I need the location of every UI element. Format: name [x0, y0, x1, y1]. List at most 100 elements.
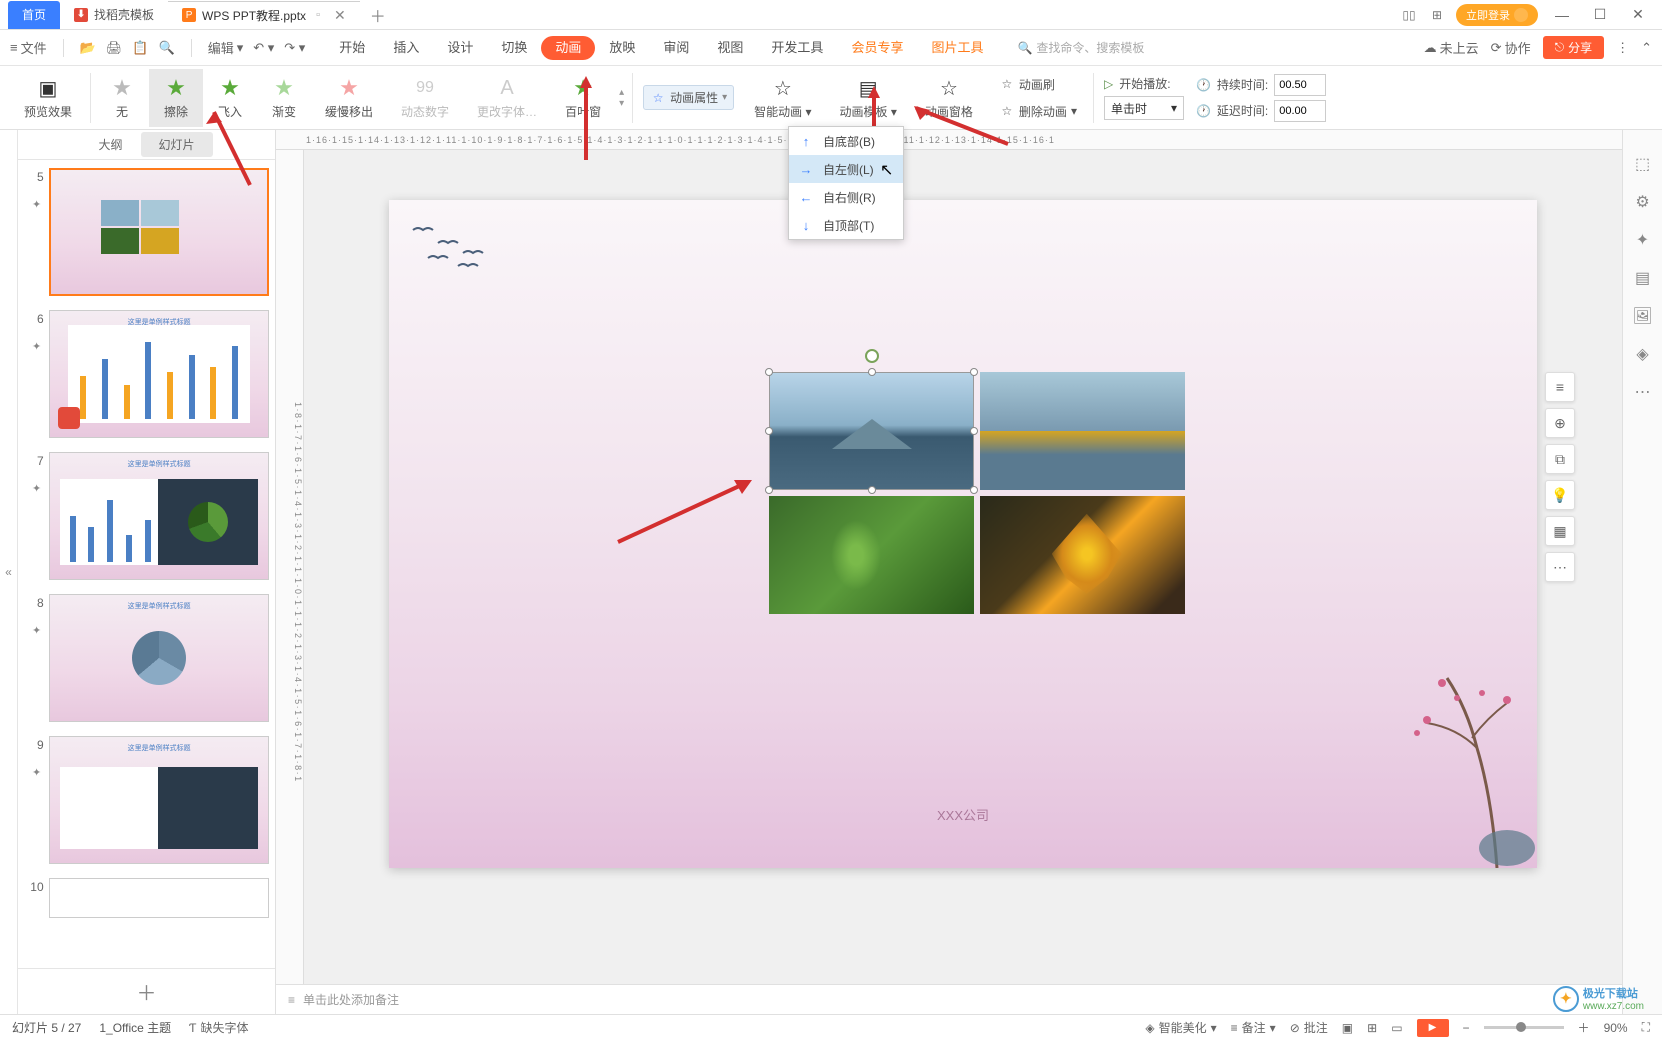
- picture-3[interactable]: [769, 496, 974, 614]
- preview-effect-button[interactable]: ▣ 预览效果: [10, 69, 86, 127]
- slides-tab[interactable]: 幻灯片: [141, 132, 213, 157]
- preview-icon[interactable]: 🔍: [159, 40, 175, 56]
- anim-pane-button[interactable]: ☆ 动画窗格: [911, 69, 987, 127]
- cloud-status[interactable]: ☁ 未上云: [1424, 38, 1479, 57]
- comments-button[interactable]: ⊘ 批注: [1290, 1019, 1328, 1036]
- tab-review[interactable]: 审阅: [649, 30, 703, 66]
- sparkle-tool-icon[interactable]: ✦: [1633, 230, 1653, 250]
- notes-bar[interactable]: ≡ 单击此处添加备注: [276, 984, 1622, 1014]
- thumbnail-list[interactable]: 5✦ 6✦ 这里是单例样式标题 7✦ 这里是单例样式标题: [18, 160, 275, 968]
- save-icon[interactable]: 🖨: [106, 40, 123, 56]
- anim-morefont-button[interactable]: A 更改字体…: [463, 69, 551, 127]
- collapse-ribbon-icon[interactable]: ⌃: [1641, 40, 1652, 56]
- smart-anim-button[interactable]: ☆ 智能动画 ▾: [740, 69, 825, 127]
- view-sorter-icon[interactable]: ⊞: [1367, 1021, 1377, 1035]
- magnify-icon[interactable]: ⊕: [1545, 408, 1575, 438]
- thumbnail-10[interactable]: [49, 878, 269, 918]
- anim-delete-button[interactable]: ☆删除动画 ▾: [993, 100, 1083, 123]
- delay-input[interactable]: [1274, 100, 1326, 122]
- gallery-scroll[interactable]: ▴▾: [615, 87, 628, 109]
- more-tool-icon[interactable]: ⋯: [1633, 382, 1653, 402]
- tab-transition[interactable]: 切换: [487, 30, 541, 66]
- file-menu[interactable]: ≡ 文件: [10, 38, 47, 57]
- tab-menu-icon[interactable]: ▫: [316, 9, 320, 21]
- more-icon[interactable]: ⋮: [1616, 40, 1629, 56]
- minimize-button[interactable]: —: [1548, 7, 1576, 23]
- fit-icon[interactable]: ⛶: [1642, 1020, 1650, 1035]
- more-icon[interactable]: ⋯: [1545, 552, 1575, 582]
- missing-font-button[interactable]: Ƭ缺失字体: [189, 1019, 248, 1036]
- thumbnail-8[interactable]: 这里是单例样式标题: [49, 594, 269, 722]
- dropdown-item-top[interactable]: ↓ 自顶部(T): [789, 211, 903, 239]
- dropdown-item-right[interactable]: ← 自右侧(R): [789, 183, 903, 211]
- add-slide-button[interactable]: ＋: [18, 968, 275, 1014]
- picture-2[interactable]: [980, 372, 1185, 490]
- rotate-handle[interactable]: [865, 349, 879, 363]
- redo-button[interactable]: ↷ ▾: [284, 40, 305, 56]
- thumbnail-9[interactable]: 这里是单例样式标题: [49, 736, 269, 864]
- zoom-out-icon[interactable]: −: [1463, 1021, 1470, 1035]
- nav-collapse[interactable]: «: [0, 130, 18, 1014]
- anim-slowmove-button[interactable]: ★ 缓慢移出: [311, 69, 387, 127]
- tab-view[interactable]: 视图: [703, 30, 757, 66]
- close-button[interactable]: ✕: [1624, 6, 1652, 23]
- anim-dynnum-button[interactable]: 99 动态数字: [387, 69, 463, 127]
- picture-4[interactable]: [980, 496, 1185, 614]
- crop-icon[interactable]: ⧉: [1545, 444, 1575, 474]
- tab-member[interactable]: 会员专享: [837, 30, 917, 66]
- layers-icon[interactable]: ≡: [1545, 372, 1575, 402]
- anim-flyin-button[interactable]: ★ 飞入: [203, 69, 257, 127]
- share-button[interactable]: ⎋ 分享: [1543, 36, 1605, 59]
- anim-properties-button[interactable]: ☆ 动画属性 ▾: [643, 85, 734, 110]
- thumbnail-7[interactable]: 这里是单例样式标题: [49, 452, 269, 580]
- idea-icon[interactable]: 💡: [1545, 480, 1575, 510]
- play-button[interactable]: ▶: [1417, 1019, 1449, 1037]
- picture-1-selected[interactable]: [769, 372, 974, 490]
- anim-flipbook-button[interactable]: ★ 百叶窗: [551, 69, 615, 127]
- tab-slideshow[interactable]: 放映: [595, 30, 649, 66]
- start-mode-select[interactable]: 单击时▾: [1104, 96, 1184, 120]
- replace-icon[interactable]: ▦: [1545, 516, 1575, 546]
- template-tool-icon[interactable]: ▤: [1633, 268, 1653, 288]
- tab-devtools[interactable]: 开发工具: [757, 30, 837, 66]
- outline-tab[interactable]: 大纲: [80, 132, 140, 157]
- tab-home[interactable]: 首页: [8, 1, 60, 29]
- tab-document[interactable]: P WPS PPT教程.pptx ▫ ✕: [168, 1, 360, 29]
- zoom-in-icon[interactable]: ＋: [1578, 1019, 1590, 1036]
- duration-input[interactable]: [1274, 74, 1326, 96]
- anim-template-button[interactable]: ▤ 动画模板 ▾: [826, 69, 911, 127]
- zoom-slider[interactable]: [1484, 1026, 1564, 1029]
- edit-menu[interactable]: 编辑 ▾: [208, 38, 244, 57]
- layout-icon[interactable]: ▯▯: [1400, 6, 1418, 24]
- zoom-value[interactable]: 90%: [1604, 1021, 1628, 1035]
- maximize-button[interactable]: ☐: [1586, 6, 1614, 23]
- tab-start[interactable]: 开始: [325, 30, 379, 66]
- canvas-area[interactable]: ≡ ⊕ ⧉ 💡 ▦ ⋯ XXX公司: [304, 150, 1622, 984]
- select-tool-icon[interactable]: ⬚: [1633, 154, 1653, 174]
- dropdown-item-bottom[interactable]: ↑ 自底部(B): [789, 127, 903, 155]
- apps-icon[interactable]: ⊞: [1428, 6, 1446, 24]
- login-button[interactable]: 立即登录: [1456, 4, 1538, 26]
- anim-none-button[interactable]: ★ 无: [95, 69, 149, 127]
- thumbnail-6[interactable]: 这里是单例样式标题: [49, 310, 269, 438]
- shield-tool-icon[interactable]: ◈: [1633, 344, 1653, 364]
- tab-pictools[interactable]: 图片工具: [917, 30, 997, 66]
- slide-canvas[interactable]: ≡ ⊕ ⧉ 💡 ▦ ⋯ XXX公司: [389, 200, 1537, 868]
- tab-close-icon[interactable]: ✕: [334, 7, 346, 24]
- anim-fade-button[interactable]: ★ 渐变: [257, 69, 311, 127]
- print-icon[interactable]: 📋: [132, 40, 148, 56]
- tab-insert[interactable]: 插入: [379, 30, 433, 66]
- image-tool-icon[interactable]: 🖼: [1633, 306, 1653, 326]
- anim-brush-button[interactable]: ☆动画刷: [993, 73, 1083, 96]
- tab-new[interactable]: ＋: [360, 3, 396, 27]
- view-reading-icon[interactable]: ▭: [1391, 1021, 1402, 1035]
- thumbnail-5[interactable]: [49, 168, 269, 296]
- tab-templates[interactable]: ⬇ 找稻壳模板: [60, 1, 168, 29]
- undo-button[interactable]: ↶ ▾: [253, 40, 274, 56]
- anim-wipe-button[interactable]: ★ 擦除: [149, 69, 203, 127]
- beautify-button[interactable]: ◈ 智能美化 ▾: [1145, 1019, 1216, 1036]
- tab-animation[interactable]: 动画: [541, 36, 595, 60]
- open-icon[interactable]: 📂: [80, 40, 96, 56]
- notes-button[interactable]: ≡ 备注 ▾: [1231, 1019, 1276, 1036]
- settings-tool-icon[interactable]: ⚙: [1633, 192, 1653, 212]
